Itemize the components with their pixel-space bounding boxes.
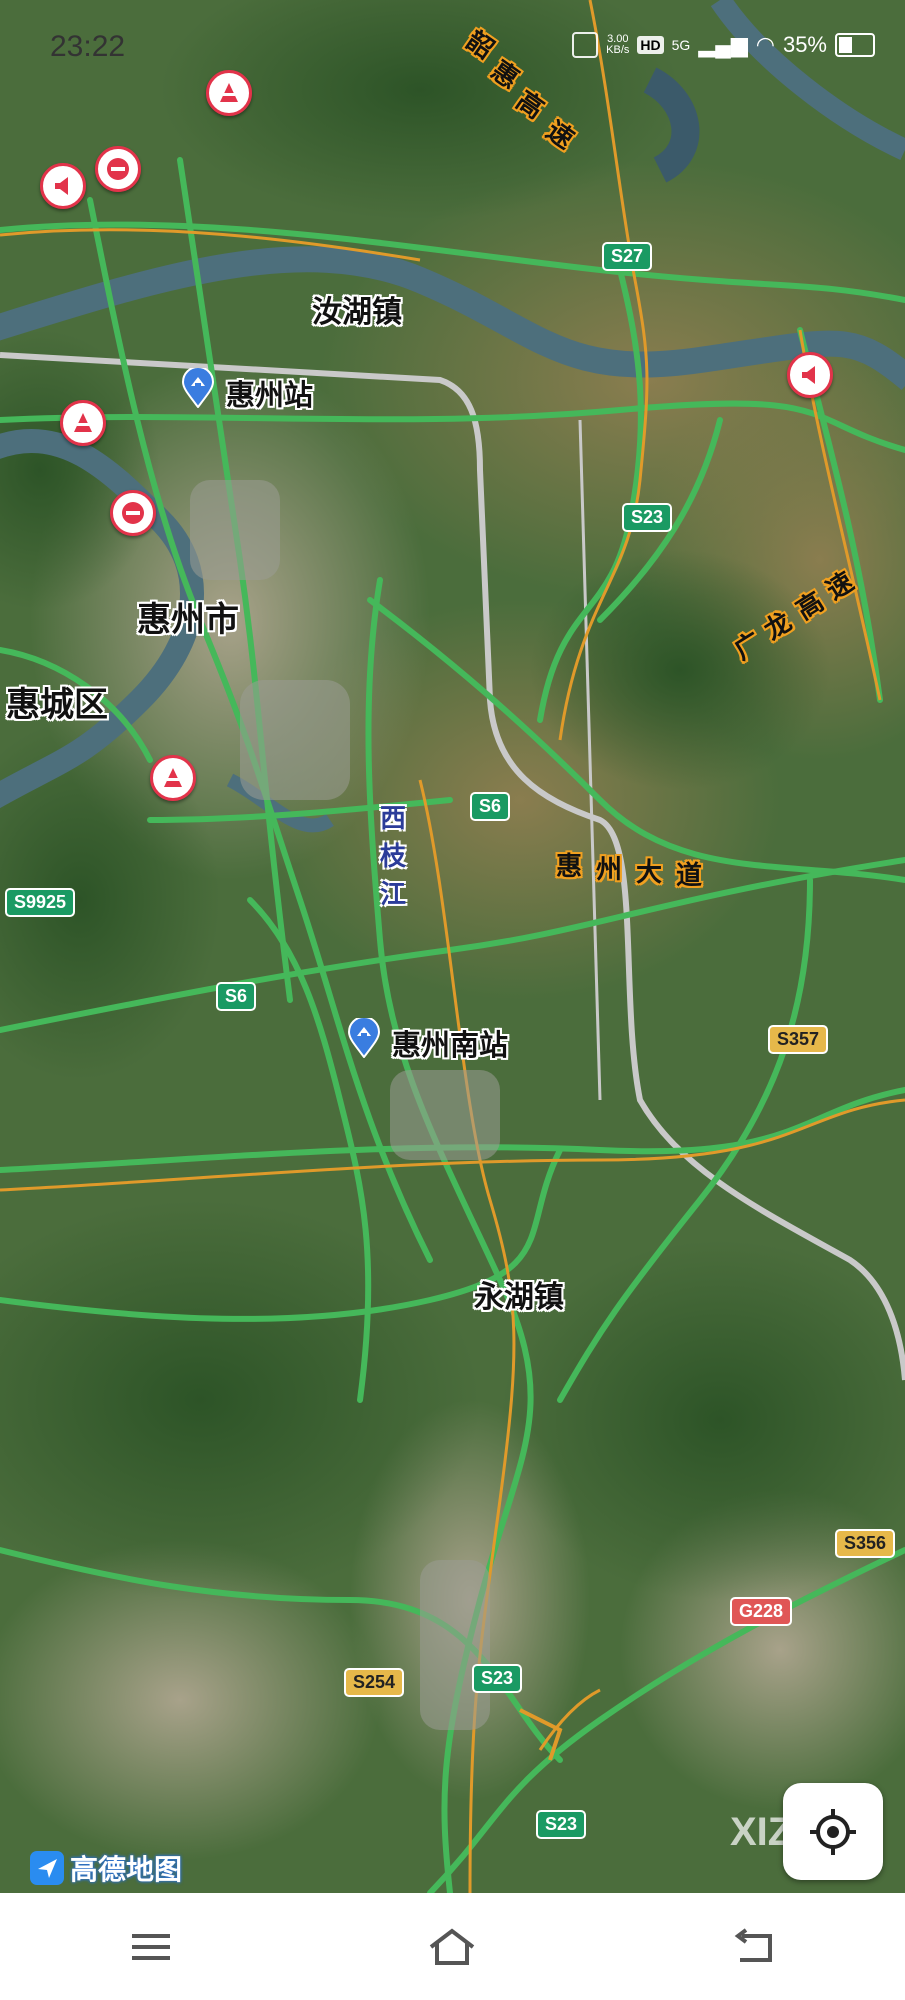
river-char: 西	[379, 804, 406, 834]
road-shield-s23[interactable]: S23	[472, 1664, 523, 1693]
home-icon	[430, 1927, 475, 1965]
amap-logo-icon	[30, 1851, 64, 1885]
locate-me-button[interactable]	[783, 1783, 883, 1880]
place-label-huizhou-city[interactable]: 惠州市	[137, 592, 239, 641]
station-pin-icon[interactable]	[347, 1016, 381, 1059]
construction-marker-icon[interactable]	[206, 70, 252, 116]
alert-marker-icon[interactable]	[787, 352, 833, 398]
road-char: 州	[596, 855, 623, 885]
road-shield-s357[interactable]: S357	[768, 1025, 829, 1054]
road-char: 大	[636, 858, 663, 888]
system-nav-bar	[0, 1893, 905, 2000]
road-char: 道	[676, 861, 703, 891]
place-label-yonghu[interactable]: 永湖镇	[474, 1272, 564, 1316]
road-shield-s23[interactable]: S23	[622, 503, 673, 532]
place-label-ruhu[interactable]: 汝湖镇	[312, 287, 402, 331]
construction-marker-icon[interactable]	[150, 755, 196, 801]
river-char: 江	[379, 880, 406, 910]
road-shield-s6[interactable]: S6	[470, 792, 511, 821]
road-shield-g228[interactable]: G228	[730, 1597, 793, 1626]
road-shield-s9925[interactable]: S9925	[5, 888, 76, 917]
construction-marker-icon[interactable]	[60, 400, 106, 446]
place-label-huicheng[interactable]: 惠城区	[6, 677, 108, 726]
road-shield-s6[interactable]: S6	[216, 982, 257, 1011]
road-shield-s23[interactable]: S23	[536, 1810, 587, 1839]
alert-marker-icon[interactable]	[40, 163, 86, 209]
amap-logo-text: 高德地图	[70, 1853, 183, 1886]
road-closed-marker-icon[interactable]	[95, 146, 141, 192]
station-label-huizhou[interactable]: 惠州站	[226, 372, 313, 414]
road-shield-s254[interactable]: S254	[344, 1668, 405, 1697]
menu-icon	[131, 1933, 170, 1960]
road-closed-marker-icon[interactable]	[110, 490, 156, 536]
station-label-huizhou-south[interactable]: 惠州南站	[392, 1022, 508, 1064]
river-label-xizhi: 西 枝 江	[378, 800, 408, 914]
station-pin-icon[interactable]	[181, 366, 215, 409]
river-char: 枝	[379, 842, 406, 872]
road-char: 惠	[556, 852, 583, 882]
road-shield-s27[interactable]: S27	[602, 242, 653, 271]
locate-icon	[810, 1808, 856, 1855]
menu-button[interactable]	[111, 1917, 191, 1977]
back-icon	[734, 1927, 773, 1962]
home-button[interactable]	[412, 1917, 492, 1977]
back-button[interactable]	[714, 1917, 794, 1977]
amap-logo: 高德地图	[30, 1848, 182, 1888]
road-shield-s356[interactable]: S356	[835, 1529, 896, 1558]
